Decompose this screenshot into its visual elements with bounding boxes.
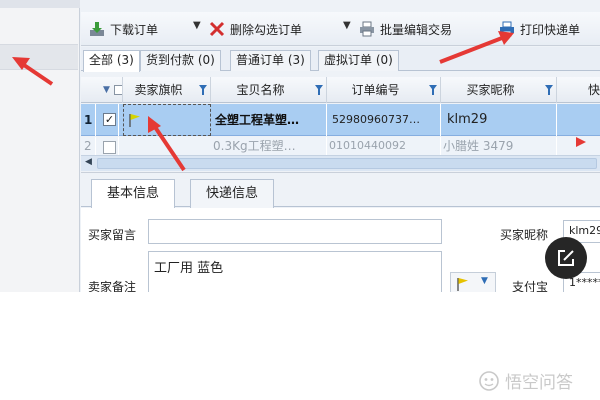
download-dropdown-arrow[interactable]: ▼ [193, 20, 201, 31]
delete-checked-orders-button[interactable]: 删除勾选订单 [209, 18, 302, 40]
order-number-cell: 52980960737… [329, 104, 441, 136]
table-row[interactable]: 2 0.3Kg工程塑… 01010440092 小腊姓 3479 [81, 137, 600, 155]
header-select-all: ▼ [81, 77, 123, 103]
left-panel-selected-item[interactable] [0, 44, 78, 70]
left-panel-header [0, 0, 80, 8]
watermark: 悟空问答 [478, 368, 573, 393]
row-index: 2 [84, 137, 96, 155]
delete-x-icon [209, 21, 225, 37]
buyer-nick-cell: klm29 [443, 104, 557, 136]
edit-icon [558, 250, 574, 266]
tab-normal-orders[interactable]: 普通订单 (3) [230, 50, 311, 71]
filter-icon[interactable] [429, 85, 437, 95]
buyer-nick-cell: 小腊姓 3479 [443, 137, 557, 155]
print-express-label: 打印快递单 [520, 22, 581, 37]
annotation-triangle [576, 137, 586, 147]
left-panel [0, 0, 80, 292]
flag-dropdown[interactable]: ▼ [450, 272, 496, 292]
delete-dropdown-arrow[interactable]: ▼ [343, 20, 351, 31]
seller-note-input[interactable]: 工厂用 蓝色 [148, 251, 442, 292]
column-express-label: 快 [587, 83, 600, 97]
product-name-cell: 全塑工程革塑… [213, 104, 327, 136]
edit-float-button[interactable] [545, 237, 587, 279]
grid-header: ▼ 卖家旗帜 宝贝名称 订单编号 买家昵称 快 [81, 77, 600, 103]
seller-note-label: 卖家备注 [88, 280, 137, 292]
buyer-message-input[interactable] [148, 219, 442, 244]
column-product-name[interactable]: 宝贝名称 [211, 77, 327, 103]
batch-edit-trades-label: 批量编辑交易 [380, 22, 453, 37]
select-all-checkbox[interactable] [114, 85, 122, 95]
order-tabs: 全部 (3) 货到付款 (0) 普通订单 (3) 虚拟订单 (0) [81, 47, 600, 72]
tab-express-info[interactable]: 快递信息 [190, 179, 275, 208]
column-order-number[interactable]: 订单编号 [327, 77, 441, 103]
row-checkbox-cell [103, 137, 119, 155]
flag-icon [457, 278, 468, 291]
scroll-left-arrow-icon[interactable]: ◀ [85, 157, 92, 167]
horizontal-scrollbar[interactable]: ◀ [81, 155, 600, 171]
batch-edit-trades-button[interactable]: 批量编辑交易 [359, 18, 452, 40]
row-index: 1 [84, 104, 96, 136]
tab-cash-on-delivery[interactable]: 货到付款 (0) [140, 50, 221, 71]
column-product-name-label: 宝贝名称 [236, 83, 285, 97]
wukong-logo-icon [479, 370, 499, 391]
download-orders-button[interactable]: 下载订单 [89, 18, 158, 40]
toolbar: 下载订单 ▼ 删除勾选订单 ▼ 批量编辑交易 打印快递单 [81, 12, 600, 46]
column-express[interactable]: 快 [557, 77, 600, 103]
row-checkbox[interactable] [103, 141, 116, 154]
printer-icon [360, 21, 374, 37]
alipay-label: 支付宝 [512, 280, 549, 292]
tab-all[interactable]: 全部 (3) [83, 50, 140, 72]
column-seller-flag[interactable]: 卖家旗帜 [123, 77, 211, 103]
filter-icon[interactable] [315, 85, 323, 95]
scrollbar-thumb[interactable] [97, 158, 597, 169]
filter-icon[interactable] [199, 85, 207, 95]
column-seller-flag-label: 卖家旗帜 [134, 83, 183, 97]
filter-icon[interactable] [545, 85, 553, 95]
order-number-cell: 01010440092 [329, 137, 441, 155]
tab-virtual-orders[interactable]: 虚拟订单 (0) [318, 50, 399, 71]
sort-arrow-icon[interactable]: ▼ [103, 77, 110, 103]
chevron-down-icon: ▼ [481, 276, 488, 286]
row-checkbox-cell: ✓ [101, 104, 119, 136]
table-row[interactable]: 1 ✓ 全塑工程革塑… 52980960737… klm29 [81, 104, 600, 136]
buyer-message-label: 买家留言 [88, 228, 137, 242]
product-name-cell: 0.3Kg工程塑… [213, 137, 327, 155]
watermark-text: 悟空问答 [505, 373, 573, 393]
flag-icon [129, 114, 140, 127]
download-orders-label: 下载订单 [110, 22, 159, 37]
column-buyer-nick-label: 买家昵称 [466, 83, 515, 97]
tab-basic-info[interactable]: 基本信息 [91, 179, 176, 209]
column-order-number-label: 订单编号 [351, 83, 400, 97]
delete-checked-orders-label: 删除勾选订单 [230, 22, 303, 37]
column-buyer-nick[interactable]: 买家昵称 [441, 77, 557, 103]
print-express-icon [500, 21, 514, 37]
download-icon [90, 22, 104, 36]
print-express-button[interactable]: 打印快递单 [499, 18, 580, 40]
row-checkbox[interactable]: ✓ [103, 113, 116, 126]
seller-flag-cell[interactable] [123, 104, 211, 136]
screenshot-area: 下载订单 ▼ 删除勾选订单 ▼ 批量编辑交易 打印快递单 全部 (3) 货到付款… [0, 0, 600, 292]
detail-tabs: 基本信息 快递信息 [81, 172, 600, 209]
detail-form: 买家留言 买家昵称 klm29 卖家备注 工厂用 蓝色 支付宝 1***** [81, 208, 600, 292]
buyer-nick-label: 买家昵称 [500, 228, 549, 242]
